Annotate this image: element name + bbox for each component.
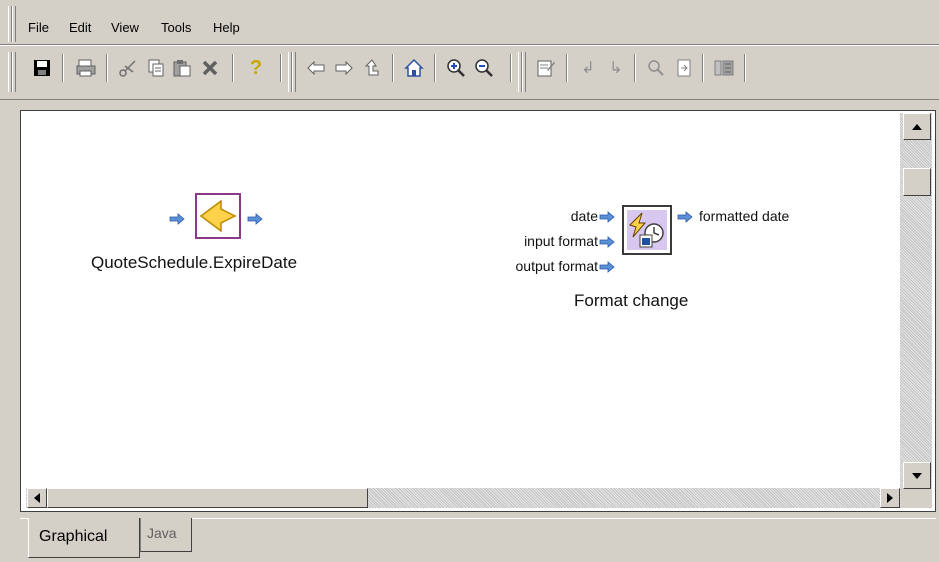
edit-properties-icon[interactable] <box>534 56 558 80</box>
menu-help[interactable]: Help <box>213 20 240 35</box>
menu-tools[interactable]: Tools <box>161 20 191 35</box>
help-icon[interactable]: ? <box>244 56 268 80</box>
back-icon[interactable] <box>304 56 328 80</box>
mapping-canvas[interactable]: QuoteSchedule.ExpireDate date input form… <box>20 110 936 512</box>
tab-graphical[interactable]: Graphical <box>28 518 140 558</box>
paste-icon[interactable] <box>170 56 194 80</box>
step-into-icon[interactable]: ↲ <box>576 56 600 80</box>
toolbar-separator <box>434 54 436 82</box>
map-icon[interactable] <box>712 56 736 80</box>
input-port-arrow-icon[interactable] <box>599 236 615 248</box>
copy-icon[interactable] <box>144 56 168 80</box>
scroll-left-button[interactable] <box>27 488 47 508</box>
toolbar-separator <box>510 54 512 82</box>
find-icon[interactable] <box>644 56 668 80</box>
vertical-scroll-thumb[interactable] <box>903 168 931 196</box>
toolbar-separator <box>634 54 636 82</box>
scroll-up-button[interactable] <box>903 113 931 140</box>
find-next-icon[interactable] <box>672 56 696 80</box>
scroll-corner <box>901 489 932 508</box>
zoom-out-icon[interactable] <box>472 56 496 80</box>
menu-grip <box>12 6 16 42</box>
toolbar: ? ↲ ↳ <box>0 45 939 100</box>
arrow-up-icon <box>912 123 922 130</box>
cut-icon[interactable] <box>116 56 140 80</box>
input-port-arrow-icon[interactable] <box>599 211 615 223</box>
input-port-label-output-format: output format <box>515 258 599 274</box>
toolbar-grip <box>12 52 16 92</box>
arrow-down-icon <box>912 472 922 479</box>
output-port-label-formatted-date: formatted date <box>699 208 790 224</box>
save-icon[interactable] <box>30 56 54 80</box>
home-icon[interactable] <box>402 56 426 80</box>
scroll-down-button[interactable] <box>903 462 931 489</box>
tab-java-label: Java <box>147 525 177 541</box>
tab-graphical-label: Graphical <box>39 528 108 545</box>
input-port-arrow-icon[interactable] <box>169 213 185 225</box>
zoom-in-icon[interactable] <box>444 56 468 80</box>
toolbar-separator <box>62 54 64 82</box>
arrow-left-icon <box>34 493 40 503</box>
arrow-right-icon <box>887 493 893 503</box>
source-node-label: QuoteSchedule.ExpireDate <box>91 253 298 272</box>
source-node-box[interactable] <box>195 193 241 239</box>
toolbar-separator <box>232 54 234 82</box>
menu-file[interactable]: File <box>28 20 49 35</box>
scroll-right-button[interactable] <box>880 488 900 508</box>
toolbar-separator <box>702 54 704 82</box>
forward-icon[interactable] <box>332 56 356 80</box>
menu-bar: File Edit View Tools Help <box>0 0 939 45</box>
horizontal-scroll-thumb[interactable] <box>47 488 368 508</box>
function-node-box[interactable] <box>622 205 672 255</box>
toolbar-separator <box>280 54 282 82</box>
input-port-label-date: date <box>570 208 598 224</box>
output-port-arrow-icon[interactable] <box>247 213 263 225</box>
date-format-function-icon <box>627 210 667 250</box>
menu-edit[interactable]: Edit <box>69 20 91 35</box>
function-node-label: Format change <box>574 291 689 310</box>
input-port-arrow-icon[interactable] <box>599 261 615 273</box>
toolbar-grip <box>292 52 296 92</box>
tab-java[interactable]: Java <box>140 518 192 552</box>
toolbar-separator <box>106 54 108 82</box>
step-out-icon[interactable]: ↳ <box>604 56 628 80</box>
toolbar-separator <box>744 54 746 82</box>
print-icon[interactable] <box>74 56 98 80</box>
view-tab-bar: Graphical Java <box>0 518 939 562</box>
input-port-label-input-format: input format <box>524 233 598 249</box>
toolbar-separator <box>392 54 394 82</box>
up-icon[interactable] <box>360 56 384 80</box>
menu-view[interactable]: View <box>111 20 139 35</box>
output-port-arrow-icon[interactable] <box>677 211 693 223</box>
delete-icon[interactable] <box>198 56 222 80</box>
toolbar-separator <box>566 54 568 82</box>
element-diamond-icon <box>199 199 237 233</box>
toolbar-grip <box>522 52 526 92</box>
